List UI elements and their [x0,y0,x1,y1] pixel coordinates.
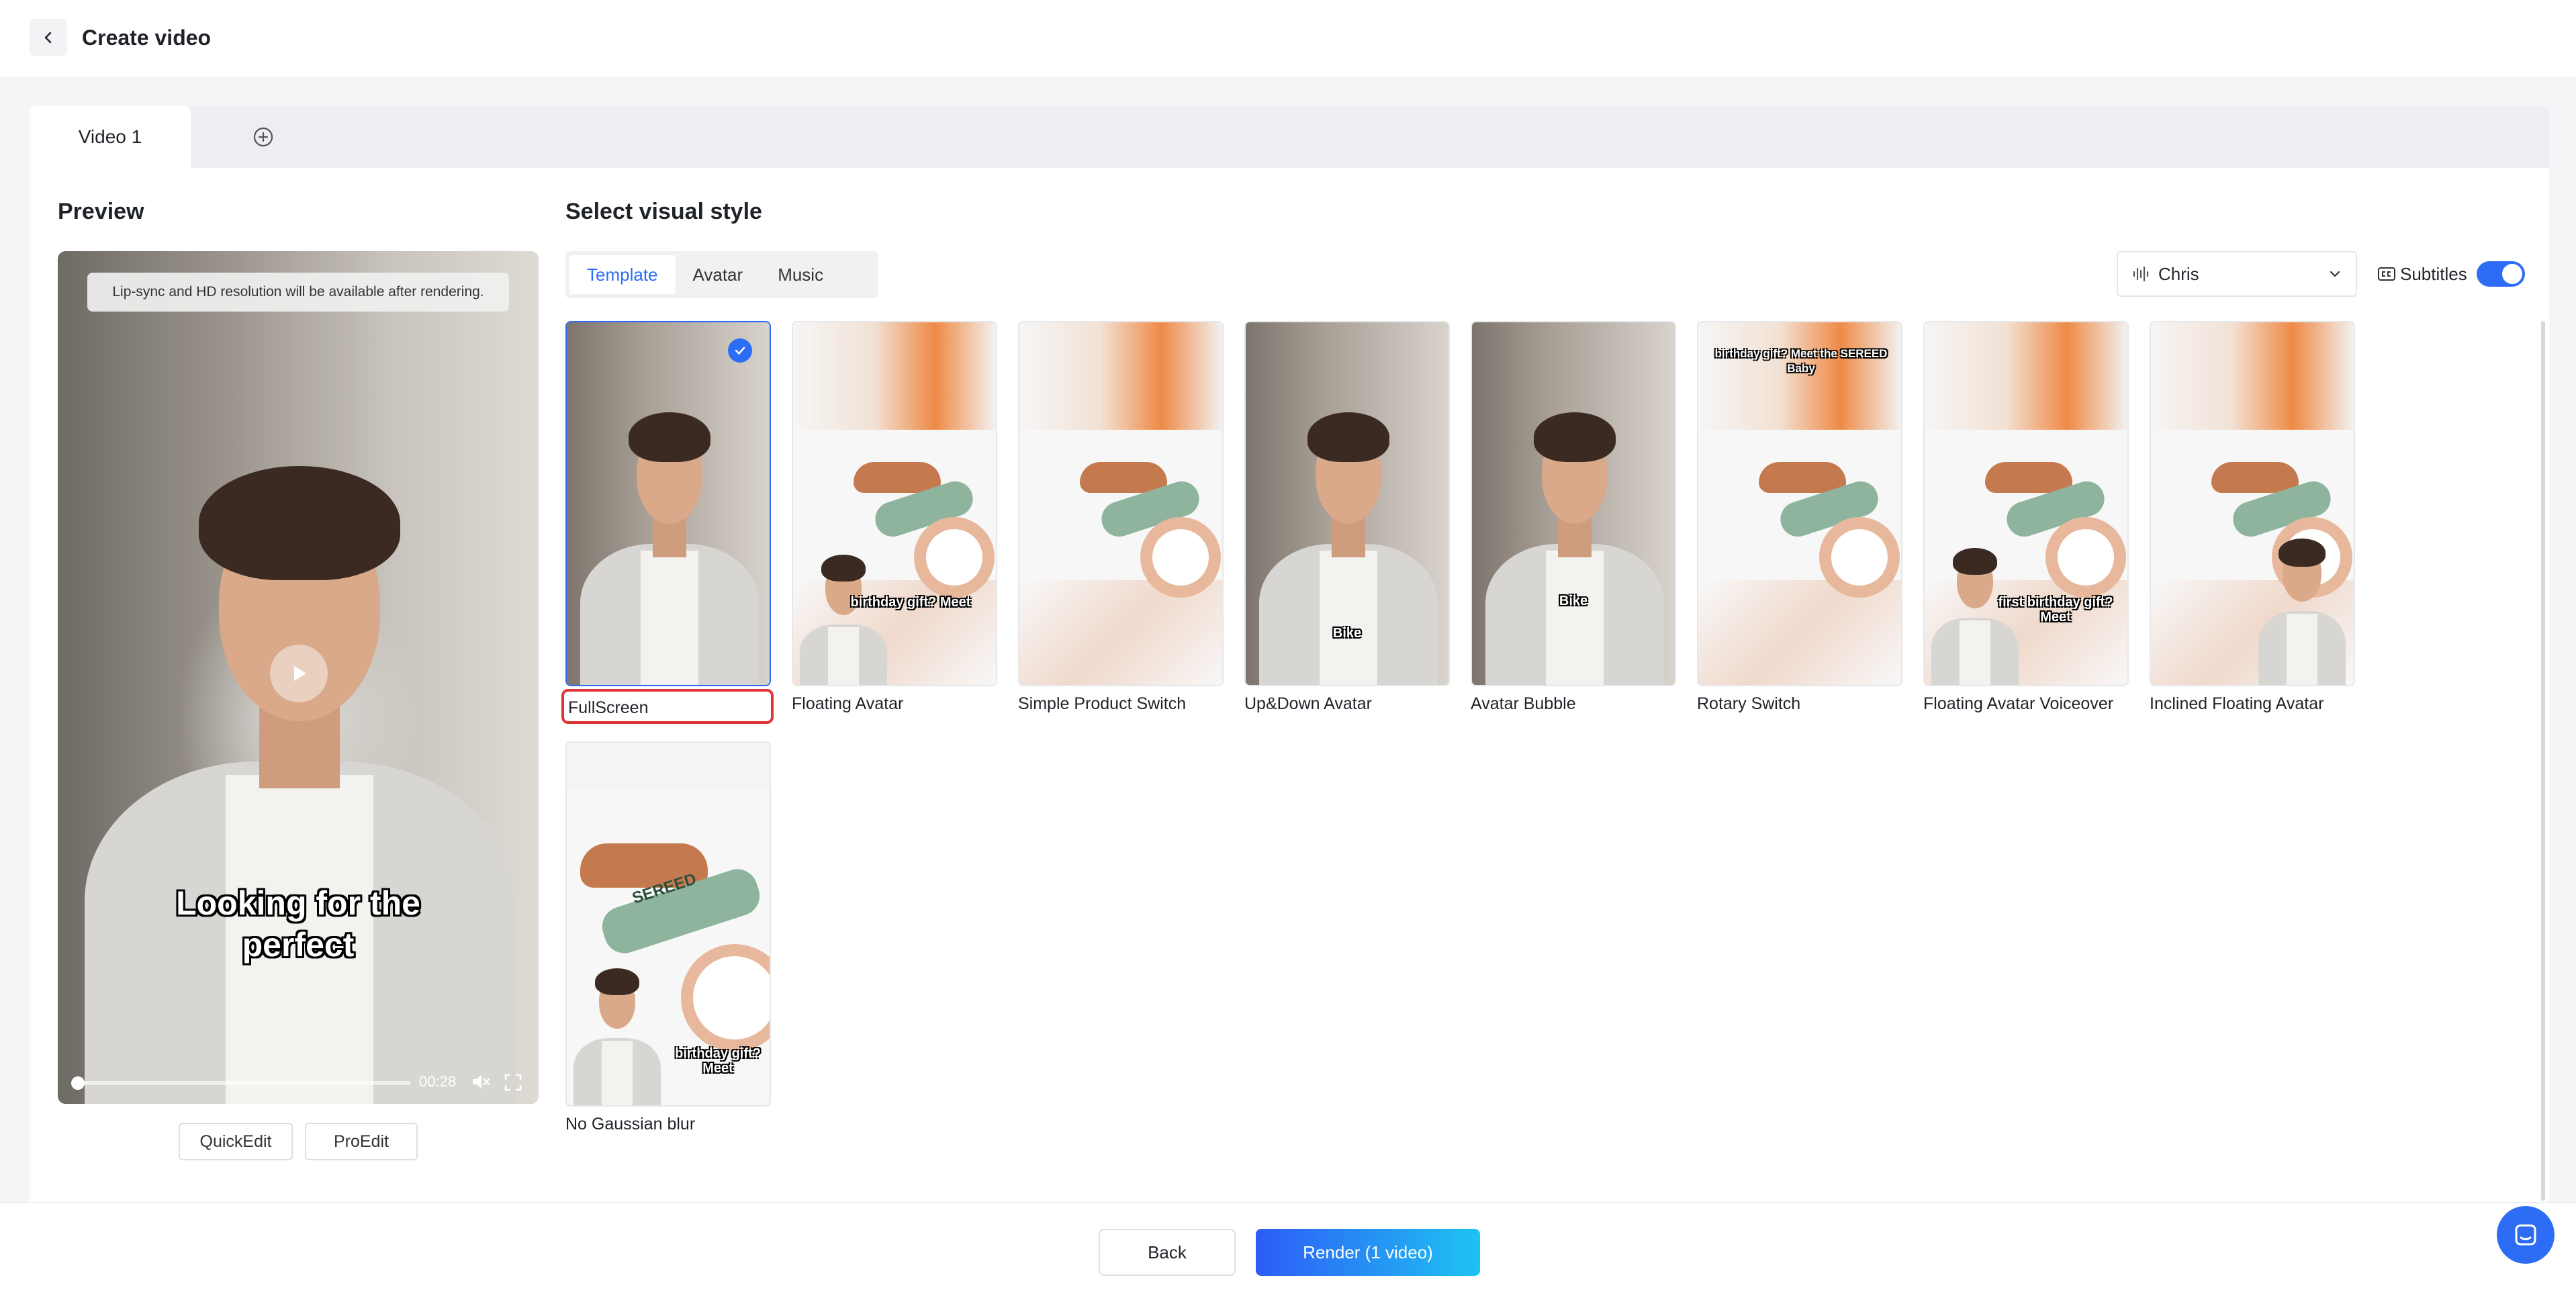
visual-style-title: Select visual style [565,199,762,224]
footer-bar: Back Render (1 video) [0,1202,2576,1300]
thumb-caption: first birthday gift? Meet [1998,595,2113,624]
chat-support-button[interactable] [2497,1206,2555,1264]
progress-knob[interactable] [71,1076,85,1090]
template-thumbnail [565,321,771,686]
voice-select[interactable]: Chris [2117,251,2357,297]
template-thumbnail [1018,321,1224,686]
selected-check-icon [728,338,752,363]
template-label: Up&Down Avatar [1244,694,1372,713]
closed-caption-icon [2378,267,2395,281]
thumb-caption: Bike [1332,626,1362,641]
toggle-knob [2501,264,2522,284]
template-label: Floating Avatar [792,694,904,713]
page-title: Create video [82,26,212,50]
template-thumbnail: Bike [1471,321,1676,686]
proedit-button[interactable]: ProEdit [305,1123,418,1160]
tab-template[interactable]: Template [569,255,676,294]
fullscreen-icon[interactable] [504,1073,522,1092]
template-label: Rotary Switch [1697,694,1801,713]
thumb-caption: birthday gift? Meet the SEREED Baby [1714,347,1888,375]
video-preview[interactable]: Lip-sync and HD resolution will be avail… [58,251,539,1104]
template-label: Inclined Floating Avatar [2150,694,2324,713]
time-label: 00:28 [419,1073,457,1090]
header-back-button[interactable] [30,19,67,56]
template-label: Avatar Bubble [1471,694,1576,713]
scrollbar[interactable] [2541,321,2545,1201]
top-header: Create video [0,0,2576,77]
thumb-caption: Bike [1559,594,1588,608]
preview-title: Preview [58,199,144,224]
thumb-caption: birthday gift? Meet [675,1046,761,1076]
tab-avatar[interactable]: Avatar [676,255,761,294]
main-panel: Preview Lip-sync and HD resolution will … [30,168,2549,1202]
back-button[interactable]: Back [1099,1229,1236,1276]
chat-icon [2515,1224,2536,1246]
template-label: Simple Product Switch [1018,694,1187,713]
template-thumbnail: Bike [1244,321,1450,686]
tab-video-1[interactable]: Video 1 [30,106,191,168]
voice-name: Chris [2158,263,2199,284]
play-button[interactable] [270,645,328,702]
add-video-button[interactable] [251,125,275,149]
render-button[interactable]: Render (1 video) [1256,1229,1480,1276]
thumb-caption: birthday gift? Meet [850,595,971,610]
chevron-left-icon [44,32,52,44]
preview-caption: Looking for the perfect [176,884,420,964]
tab-music[interactable]: Music [760,255,841,294]
subtitles-toggle[interactable] [2476,261,2525,287]
preview-notice: Lip-sync and HD resolution will be avail… [87,273,509,312]
subtitles-control: Subtitles [2377,257,2525,291]
template-label: No Gaussian blur [565,1115,696,1133]
template-thumbnail: birthday gift? Meet [792,321,997,686]
video-tabs-bar: Video 1 [30,106,2549,168]
template-thumbnail: birthday gift? Meet the SEREED Baby [1697,321,1902,686]
quickedit-button[interactable]: QuickEdit [179,1123,293,1160]
subtitles-label: Subtitles [2400,263,2467,284]
plus-circle-icon [253,127,273,147]
template-thumbnail: first birthday gift? Meet [1923,321,2129,686]
template-thumbnail: SEREED birthday gift? Meet [565,741,771,1107]
play-icon [294,666,306,681]
style-tabs: Template Avatar Music [565,251,878,298]
chevron-down-icon [2330,271,2340,277]
template-label: Floating Avatar Voiceover [1923,694,2114,713]
volume-mute-icon[interactable] [470,1072,492,1092]
waveform-icon [2133,266,2149,282]
progress-bar[interactable] [71,1076,411,1090]
template-label: FullScreen [561,689,774,724]
template-thumbnail [2150,321,2355,686]
